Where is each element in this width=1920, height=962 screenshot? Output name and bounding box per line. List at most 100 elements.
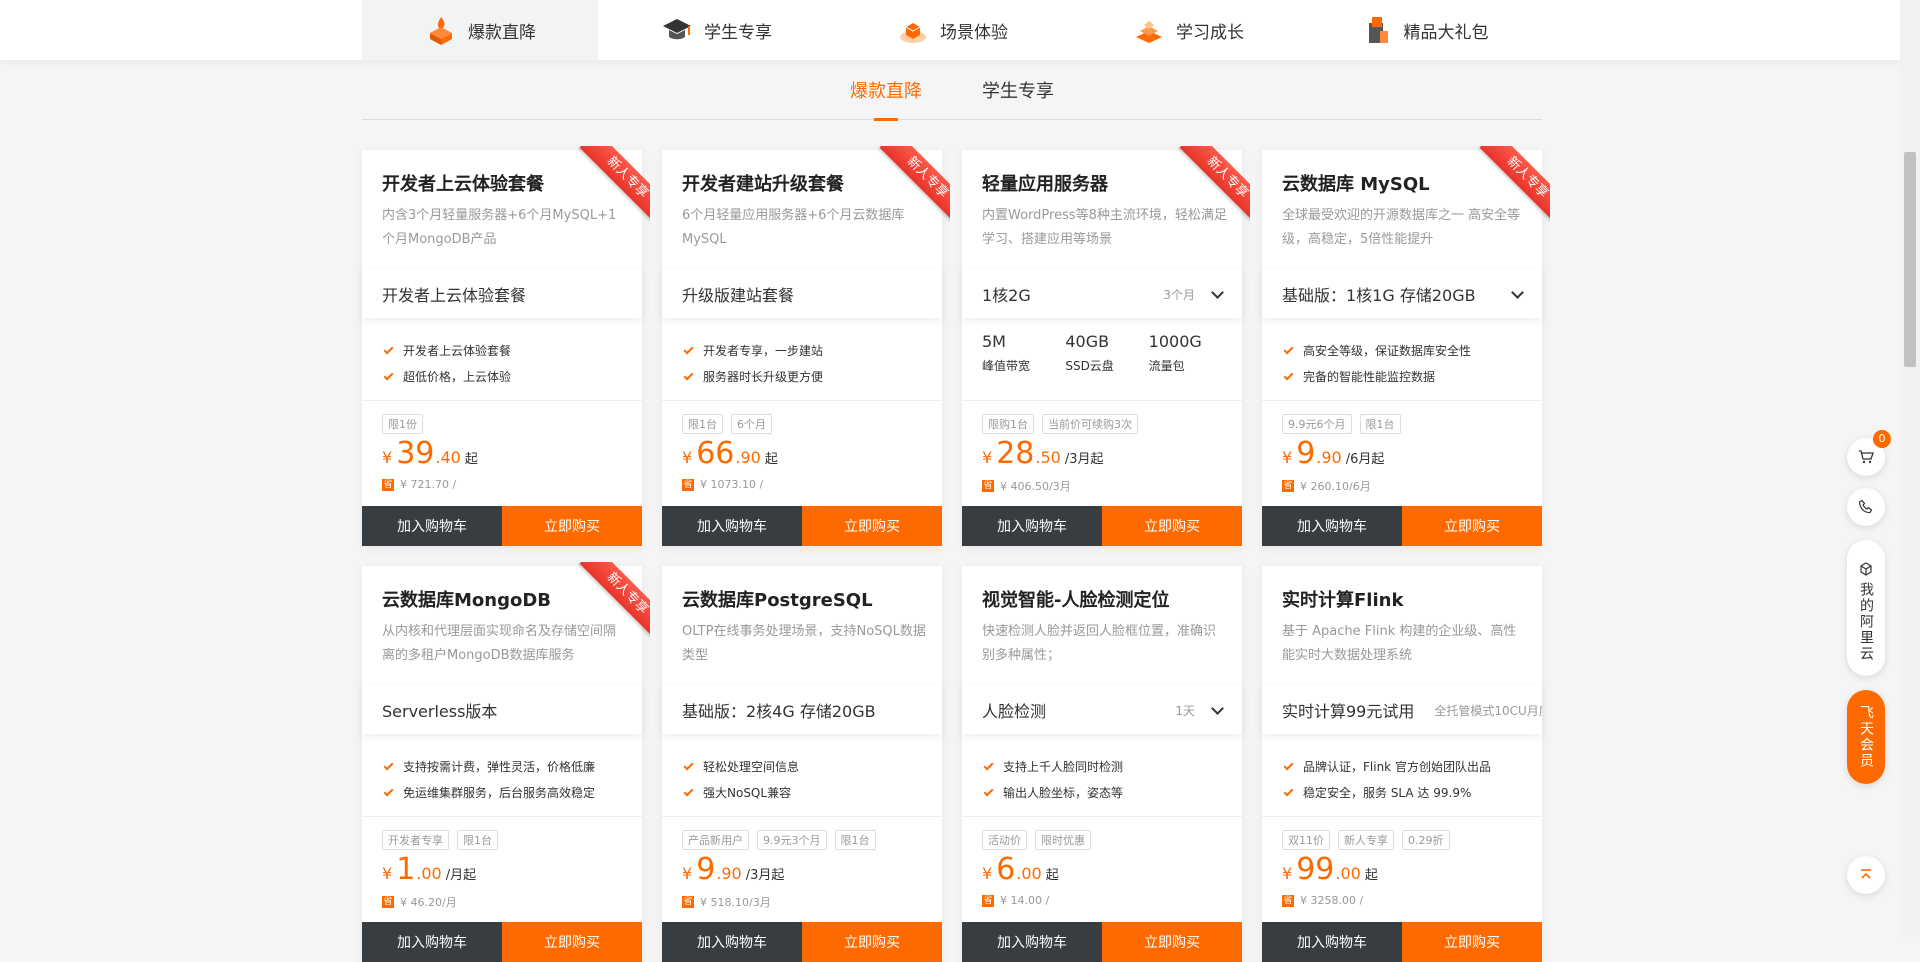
feature-item: 开发者专享，一步建站	[682, 338, 932, 364]
product-title[interactable]: 视觉智能-人脸检测定位	[982, 586, 1169, 612]
cart-float-button[interactable]: 0	[1847, 430, 1891, 476]
card-actions: 加入购物车 立即购买	[962, 922, 1242, 962]
card-actions: 加入购物车 立即购买	[362, 922, 642, 962]
ribbon-label: 新人专享	[1179, 146, 1250, 226]
scrollbar-thumb[interactable]	[1904, 152, 1916, 367]
buy-now-button[interactable]: 立即购买	[802, 506, 942, 546]
page-scrollbar[interactable]	[1900, 0, 1920, 937]
my-aliyun-label: 我的阿里云	[1858, 582, 1874, 662]
buy-now-button[interactable]: 立即购买	[1402, 506, 1542, 546]
price: ¥9.90/6月起	[1282, 436, 1384, 471]
sub-tab-1[interactable]: 学生专享	[982, 60, 1054, 120]
product-title[interactable]: 云数据库PostgreSQL	[682, 586, 873, 612]
buy-now-button[interactable]: 立即购买	[502, 506, 642, 546]
feature-list: 支持按需计费，弹性灵活，价格低廉 免运维集群服务，后台服务高效稳定	[382, 754, 632, 806]
phone-icon	[1858, 499, 1873, 514]
new-user-ribbon: 新人专享	[864, 146, 950, 232]
product-description: OLTP在线事务处理场景，支持NoSQL数据类型	[682, 624, 926, 663]
spec-label: 开发者上云体验套餐	[382, 286, 527, 305]
add-to-cart-button[interactable]: 加入购物车	[662, 922, 802, 962]
promo-tag: 9.9元3个月	[757, 830, 827, 850]
price-unit: /6月起	[1345, 452, 1385, 467]
add-to-cart-button[interactable]: 加入购物车	[962, 922, 1102, 962]
original-price: 省 ¥ 3258.00 /	[1282, 894, 1363, 907]
add-to-cart-button[interactable]: 加入购物车	[362, 506, 502, 546]
add-to-cart-button[interactable]: 加入购物车	[1262, 506, 1402, 546]
product-card: 开发者建站升级套餐 6个月轻量应用服务器+6个月云数据库MySQL 新人专享 升级版建…	[662, 146, 950, 546]
category-tab-3[interactable]: 学习成长	[1070, 0, 1306, 60]
product-title[interactable]: 云数据库MongoDB	[382, 586, 551, 612]
check-icon	[1283, 786, 1294, 797]
spec-selector[interactable]: 人脸检测 1天	[962, 686, 1242, 734]
metric: 1000G 流量包	[1149, 332, 1232, 374]
back-to-top-button[interactable]	[1847, 856, 1885, 894]
saving-icon: 省	[1282, 480, 1294, 492]
category-tab-2[interactable]: 场景体验	[834, 0, 1070, 60]
buy-now-button[interactable]: 立即购买	[802, 922, 942, 962]
add-to-cart-button[interactable]: 加入购物车	[662, 506, 802, 546]
check-icon	[683, 786, 694, 797]
check-icon	[383, 760, 394, 771]
category-tab-0[interactable]: 爆款直降	[362, 0, 598, 60]
buy-now-button[interactable]: 立即购买	[502, 922, 642, 962]
my-aliyun-button[interactable]: 我的阿里云	[1847, 540, 1885, 676]
graduation-cap-icon	[660, 13, 694, 47]
category-tabs: 爆款直降 学生专享 场景体验 学习成长 精品大礼包	[362, 0, 1542, 60]
category-tab-label: 场景体验	[940, 22, 1008, 43]
spec-selector: 基础版：2核4G 存储20GB	[662, 686, 942, 734]
phone-float-button[interactable]	[1847, 488, 1885, 526]
feature-item: 输出人脸坐标，姿态等	[982, 780, 1232, 806]
buy-now-button[interactable]: 立即购买	[1402, 922, 1542, 962]
price-currency: ¥	[1282, 864, 1293, 883]
chevron-down-icon	[1511, 285, 1524, 299]
feature-text: 超低价格，上云体验	[403, 370, 512, 384]
price: ¥1.00/月起	[382, 852, 476, 887]
price-unit: 起	[1045, 868, 1059, 883]
feature-text: 输出人脸坐标，姿态等	[1003, 786, 1124, 800]
spec-selector[interactable]: 1核2G 3个月	[962, 270, 1242, 318]
original-price-text: ¥ 14.00 /	[1000, 894, 1050, 907]
price-currency: ¥	[682, 864, 693, 883]
feature-list: 高安全等级，保证数据库安全性完备的智能性能监控数据	[1282, 338, 1532, 390]
product-card: 开发者上云体验套餐 内含3个月轻量服务器+6个月MySQL+1个月MongoDB产…	[362, 146, 650, 546]
add-to-cart-button[interactable]: 加入购物车	[362, 922, 502, 962]
chevron-down-icon	[1211, 285, 1224, 299]
buy-now-button[interactable]: 立即购买	[1102, 922, 1242, 962]
feature-item: 完备的智能性能监控数据	[1282, 364, 1532, 390]
tag-list: 开发者专享 限1台	[382, 830, 498, 850]
product-title[interactable]: 开发者建站升级套餐	[682, 170, 844, 196]
tag-list: 限1份	[382, 414, 423, 434]
product-card: 视觉智能-人脸检测定位 快速检测人脸并返回人脸框位置，准确识别多种属性； 人脸检测 1…	[962, 566, 1242, 962]
feitian-label: 飞天会员	[1858, 705, 1874, 769]
spec-selector: Serverless版本	[362, 686, 642, 734]
category-tab-4[interactable]: 精品大礼包	[1306, 0, 1542, 60]
check-icon	[383, 786, 394, 797]
feature-text: 高安全等级，保证数据库安全性	[1303, 344, 1472, 358]
buy-now-button[interactable]: 立即购买	[1102, 506, 1242, 546]
spec-selector[interactable]: 基础版：1核1G 存储20GB	[1262, 270, 1542, 318]
product-card: 实时计算Flink 基于 Apache Flink 构建的企业级、高性能实时大数据…	[1262, 566, 1542, 962]
promo-tag: 9.9元6个月	[1282, 414, 1352, 434]
ribbon-label: 新人专享	[579, 562, 650, 642]
tag-list: 双11价 新人专享 0.29折	[1282, 830, 1450, 850]
product-title[interactable]: 实时计算Flink	[1282, 586, 1403, 612]
product-title[interactable]: 云数据库 MySQL	[1282, 170, 1430, 196]
feitian-member-button[interactable]: 飞天会员	[1847, 690, 1885, 784]
price-unit: /月起	[445, 868, 477, 883]
product-card: 云数据库 MySQL 全球最受欢迎的开源数据库之一 高安全等级，高稳定，5倍性能提…	[1262, 146, 1550, 546]
price-integer: 1	[396, 852, 416, 887]
feature-item: 支持按需计费，弹性灵活，价格低廉	[382, 754, 632, 780]
metric: 5M 峰值带宽	[982, 332, 1065, 374]
category-tab-label: 精品大礼包	[1403, 22, 1489, 43]
new-user-ribbon: 新人专享	[1464, 146, 1550, 232]
product-title[interactable]: 轻量应用服务器	[982, 170, 1108, 196]
add-to-cart-button[interactable]: 加入购物车	[962, 506, 1102, 546]
price-decimal: .00	[1016, 864, 1042, 883]
original-price-text: ¥ 46.20/月	[400, 896, 457, 909]
add-to-cart-button[interactable]: 加入购物车	[1262, 922, 1402, 962]
category-tab-1[interactable]: 学生专享	[598, 0, 834, 60]
product-title[interactable]: 开发者上云体验套餐	[382, 170, 544, 196]
check-icon	[683, 370, 694, 381]
promo-tag: 新人专享	[1338, 830, 1394, 850]
sub-tab-0[interactable]: 爆款直降	[850, 60, 922, 121]
